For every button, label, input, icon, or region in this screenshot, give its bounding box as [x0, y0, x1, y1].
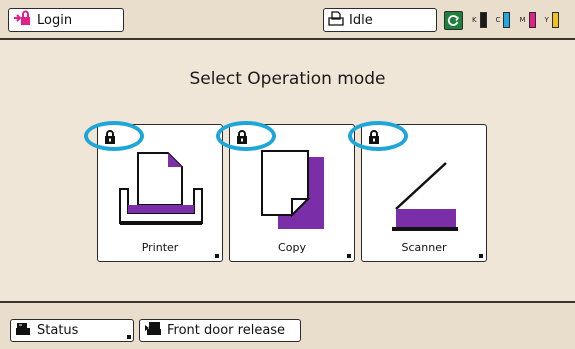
- copy-mode-button[interactable]: Copy: [229, 124, 355, 262]
- copy-icon: [261, 150, 324, 229]
- status-icon: [15, 321, 31, 340]
- scanner-label: Scanner: [401, 241, 447, 254]
- ink-k: K: [472, 12, 487, 28]
- login-label: Login: [37, 12, 73, 28]
- ink-levels: K C M Y: [444, 9, 575, 31]
- printer-status-button[interactable]: Idle: [323, 8, 437, 32]
- tile-corner-marker: [479, 254, 483, 258]
- login-lock-icon: [13, 10, 31, 30]
- status-label: Status: [37, 323, 79, 338]
- ink-y: Y: [545, 12, 559, 28]
- ink-c-bar: [503, 12, 511, 28]
- ink-y-letter: Y: [544, 16, 549, 24]
- printer-icon: [119, 152, 203, 225]
- scanner-mode-button[interactable]: Scanner: [361, 124, 487, 262]
- front-door-release-button[interactable]: Front door release: [139, 319, 301, 342]
- top-bar: Login Idle K C M Y: [0, 0, 575, 40]
- ink-m: M: [519, 12, 536, 28]
- scanner-icon: [392, 162, 458, 231]
- tile-corner-marker: [215, 254, 219, 258]
- copy-label: Copy: [278, 241, 306, 254]
- ink-m-letter: M: [519, 16, 526, 24]
- printer-mode-button[interactable]: Printer: [97, 124, 223, 262]
- status-button[interactable]: Status: [10, 319, 134, 342]
- operation-mode-screen: Login Idle K C M Y Select Operation mode…: [0, 0, 575, 349]
- eco-refresh-icon[interactable]: [444, 10, 463, 30]
- page-title: Select Operation mode: [189, 69, 386, 89]
- ink-y-bar: [551, 12, 559, 28]
- ink-k-letter: K: [472, 16, 477, 24]
- printer-status-label: Idle: [349, 12, 373, 28]
- front-door-label: Front door release: [167, 323, 286, 338]
- front-door-icon: [144, 321, 162, 340]
- login-button[interactable]: Login: [8, 8, 124, 32]
- tile-corner-marker: [347, 254, 351, 258]
- ink-k-bar: [479, 12, 487, 28]
- bottom-bar: Status Front door release: [0, 301, 575, 349]
- ink-c: C: [496, 12, 511, 28]
- ink-m-bar: [528, 12, 536, 28]
- ink-c-letter: C: [495, 16, 501, 24]
- button-corner-marker: [127, 335, 131, 339]
- idle-printer-icon: [328, 10, 344, 30]
- printer-label: Printer: [141, 241, 179, 254]
